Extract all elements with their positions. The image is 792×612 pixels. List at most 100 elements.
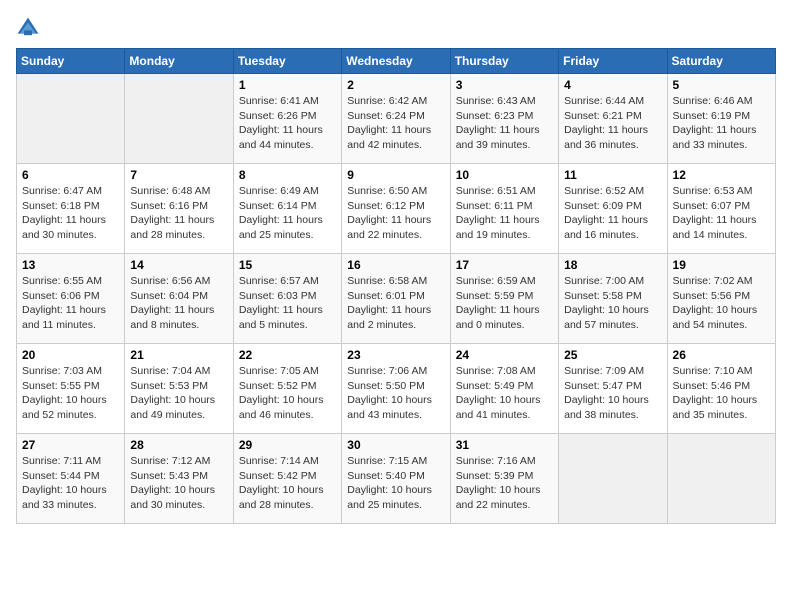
day-info: Daylight: 11 hours and 14 minutes. [673, 213, 770, 242]
day-number: 18 [564, 258, 661, 272]
day-number: 29 [239, 438, 336, 452]
day-info: Sunset: 6:14 PM [239, 199, 336, 214]
day-info: Sunrise: 7:09 AM [564, 364, 661, 379]
day-number: 1 [239, 78, 336, 92]
day-info: Daylight: 11 hours and 44 minutes. [239, 123, 336, 152]
day-number: 14 [130, 258, 227, 272]
weekday-header: Tuesday [233, 49, 341, 74]
day-info: Daylight: 10 hours and 28 minutes. [239, 483, 336, 512]
calendar: SundayMondayTuesdayWednesdayThursdayFrid… [16, 48, 776, 524]
day-info: Sunset: 5:59 PM [456, 289, 553, 304]
day-info: Daylight: 10 hours and 54 minutes. [673, 303, 770, 332]
calendar-week-row: 13Sunrise: 6:55 AMSunset: 6:06 PMDayligh… [17, 254, 776, 344]
weekday-header: Thursday [450, 49, 558, 74]
day-info: Sunrise: 7:03 AM [22, 364, 119, 379]
calendar-cell: 31Sunrise: 7:16 AMSunset: 5:39 PMDayligh… [450, 434, 558, 524]
day-info: Sunrise: 6:42 AM [347, 94, 444, 109]
weekday-header: Saturday [667, 49, 775, 74]
day-number: 9 [347, 168, 444, 182]
day-number: 16 [347, 258, 444, 272]
calendar-cell: 12Sunrise: 6:53 AMSunset: 6:07 PMDayligh… [667, 164, 775, 254]
day-info: Sunrise: 7:15 AM [347, 454, 444, 469]
calendar-cell: 10Sunrise: 6:51 AMSunset: 6:11 PMDayligh… [450, 164, 558, 254]
day-info: Daylight: 11 hours and 2 minutes. [347, 303, 444, 332]
day-number: 21 [130, 348, 227, 362]
day-info: Daylight: 10 hours and 25 minutes. [347, 483, 444, 512]
calendar-cell: 29Sunrise: 7:14 AMSunset: 5:42 PMDayligh… [233, 434, 341, 524]
calendar-cell: 16Sunrise: 6:58 AMSunset: 6:01 PMDayligh… [342, 254, 450, 344]
day-number: 20 [22, 348, 119, 362]
day-number: 26 [673, 348, 770, 362]
day-number: 22 [239, 348, 336, 362]
day-info: Daylight: 10 hours and 35 minutes. [673, 393, 770, 422]
day-info: Sunrise: 6:44 AM [564, 94, 661, 109]
calendar-cell: 2Sunrise: 6:42 AMSunset: 6:24 PMDaylight… [342, 74, 450, 164]
day-info: Sunrise: 7:16 AM [456, 454, 553, 469]
day-number: 10 [456, 168, 553, 182]
day-info: Sunset: 6:23 PM [456, 109, 553, 124]
day-info: Sunrise: 7:14 AM [239, 454, 336, 469]
day-info: Sunrise: 6:46 AM [673, 94, 770, 109]
calendar-cell: 4Sunrise: 6:44 AMSunset: 6:21 PMDaylight… [559, 74, 667, 164]
weekday-row: SundayMondayTuesdayWednesdayThursdayFrid… [17, 49, 776, 74]
day-info: Sunrise: 6:53 AM [673, 184, 770, 199]
day-number: 4 [564, 78, 661, 92]
day-info: Daylight: 11 hours and 36 minutes. [564, 123, 661, 152]
weekday-header: Friday [559, 49, 667, 74]
day-number: 19 [673, 258, 770, 272]
day-info: Sunrise: 6:58 AM [347, 274, 444, 289]
day-info: Daylight: 11 hours and 8 minutes. [130, 303, 227, 332]
day-info: Daylight: 10 hours and 41 minutes. [456, 393, 553, 422]
weekday-header: Sunday [17, 49, 125, 74]
calendar-cell: 25Sunrise: 7:09 AMSunset: 5:47 PMDayligh… [559, 344, 667, 434]
calendar-body: 1Sunrise: 6:41 AMSunset: 6:26 PMDaylight… [17, 74, 776, 524]
calendar-cell [125, 74, 233, 164]
day-info: Sunrise: 6:55 AM [22, 274, 119, 289]
day-info: Sunrise: 7:12 AM [130, 454, 227, 469]
day-info: Sunset: 5:43 PM [130, 469, 227, 484]
day-info: Sunset: 6:19 PM [673, 109, 770, 124]
calendar-cell: 30Sunrise: 7:15 AMSunset: 5:40 PMDayligh… [342, 434, 450, 524]
day-info: Sunset: 5:46 PM [673, 379, 770, 394]
day-info: Sunrise: 6:41 AM [239, 94, 336, 109]
day-info: Sunrise: 6:51 AM [456, 184, 553, 199]
day-number: 6 [22, 168, 119, 182]
calendar-header: SundayMondayTuesdayWednesdayThursdayFrid… [17, 49, 776, 74]
day-info: Sunset: 5:49 PM [456, 379, 553, 394]
day-info: Sunset: 5:52 PM [239, 379, 336, 394]
day-info: Daylight: 10 hours and 33 minutes. [22, 483, 119, 512]
day-info: Daylight: 11 hours and 30 minutes. [22, 213, 119, 242]
day-info: Daylight: 11 hours and 0 minutes. [456, 303, 553, 332]
day-info: Daylight: 10 hours and 46 minutes. [239, 393, 336, 422]
calendar-cell: 13Sunrise: 6:55 AMSunset: 6:06 PMDayligh… [17, 254, 125, 344]
day-number: 28 [130, 438, 227, 452]
day-info: Sunrise: 7:08 AM [456, 364, 553, 379]
day-info: Daylight: 11 hours and 19 minutes. [456, 213, 553, 242]
calendar-cell: 27Sunrise: 7:11 AMSunset: 5:44 PMDayligh… [17, 434, 125, 524]
day-info: Sunrise: 6:47 AM [22, 184, 119, 199]
day-info: Sunrise: 6:48 AM [130, 184, 227, 199]
day-info: Sunrise: 7:10 AM [673, 364, 770, 379]
day-info: Sunrise: 6:57 AM [239, 274, 336, 289]
day-info: Daylight: 10 hours and 38 minutes. [564, 393, 661, 422]
calendar-cell: 14Sunrise: 6:56 AMSunset: 6:04 PMDayligh… [125, 254, 233, 344]
calendar-cell [667, 434, 775, 524]
day-info: Sunrise: 6:50 AM [347, 184, 444, 199]
day-info: Sunset: 6:03 PM [239, 289, 336, 304]
day-info: Sunset: 6:04 PM [130, 289, 227, 304]
logo-icon [16, 16, 40, 40]
day-number: 3 [456, 78, 553, 92]
day-info: Daylight: 11 hours and 16 minutes. [564, 213, 661, 242]
weekday-header: Monday [125, 49, 233, 74]
calendar-week-row: 1Sunrise: 6:41 AMSunset: 6:26 PMDaylight… [17, 74, 776, 164]
day-number: 15 [239, 258, 336, 272]
day-number: 30 [347, 438, 444, 452]
day-number: 13 [22, 258, 119, 272]
day-info: Daylight: 11 hours and 42 minutes. [347, 123, 444, 152]
day-number: 12 [673, 168, 770, 182]
calendar-cell [17, 74, 125, 164]
logo [16, 16, 44, 40]
day-number: 23 [347, 348, 444, 362]
day-info: Sunrise: 6:52 AM [564, 184, 661, 199]
calendar-cell: 11Sunrise: 6:52 AMSunset: 6:09 PMDayligh… [559, 164, 667, 254]
